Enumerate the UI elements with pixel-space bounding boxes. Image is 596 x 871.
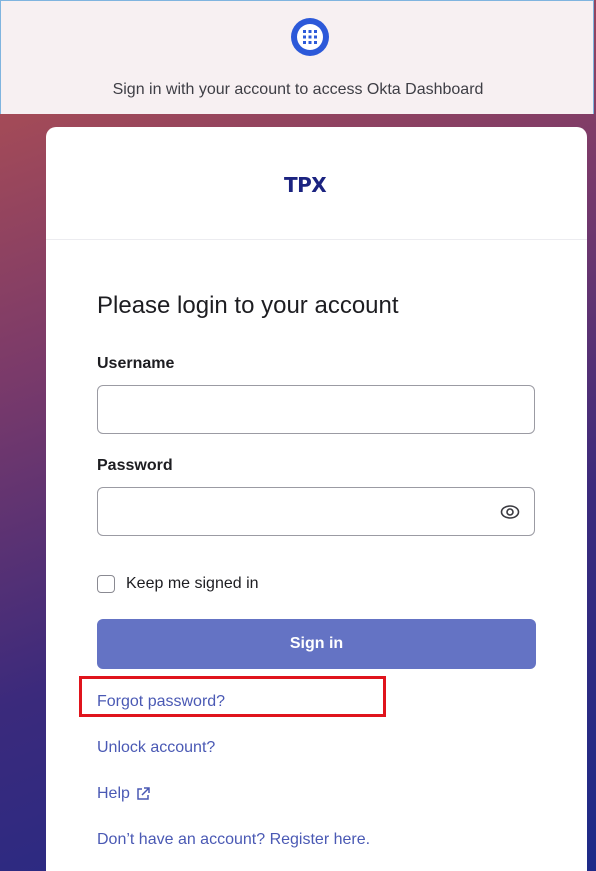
page-title: Please login to your account	[97, 292, 399, 319]
help-link[interactable]: Help	[97, 785, 150, 803]
keep-signed-in-label: Keep me signed in	[126, 575, 259, 592]
username-input[interactable]	[98, 386, 502, 433]
tpx-logo: TPX	[284, 173, 327, 197]
apps-grid-icon	[291, 18, 329, 56]
unlock-account-link[interactable]: Unlock account?	[97, 739, 215, 757]
login-card: TPX Please login to your account Usernam…	[46, 127, 587, 871]
show-password-eye-icon[interactable]	[500, 503, 520, 521]
password-field-container	[97, 487, 535, 536]
help-link-label: Help	[97, 785, 130, 802]
sign-in-button[interactable]: Sign in	[97, 619, 536, 669]
username-label: Username	[97, 355, 175, 372]
keep-signed-in-checkbox[interactable]	[97, 575, 115, 593]
password-input[interactable]	[98, 488, 502, 535]
external-link-icon	[137, 787, 150, 800]
remember-me[interactable]: Keep me signed in	[97, 575, 259, 593]
register-link[interactable]: Don’t have an account? Register here.	[97, 831, 370, 849]
password-label: Password	[97, 457, 173, 474]
top-banner: Sign in with your account to access Okta…	[0, 0, 594, 114]
username-field-container	[97, 385, 535, 434]
annotation-highlight-box	[79, 676, 386, 717]
card-header: TPX	[46, 127, 587, 240]
dashboard-subtitle: Sign in with your account to access Okta…	[112, 81, 484, 98]
